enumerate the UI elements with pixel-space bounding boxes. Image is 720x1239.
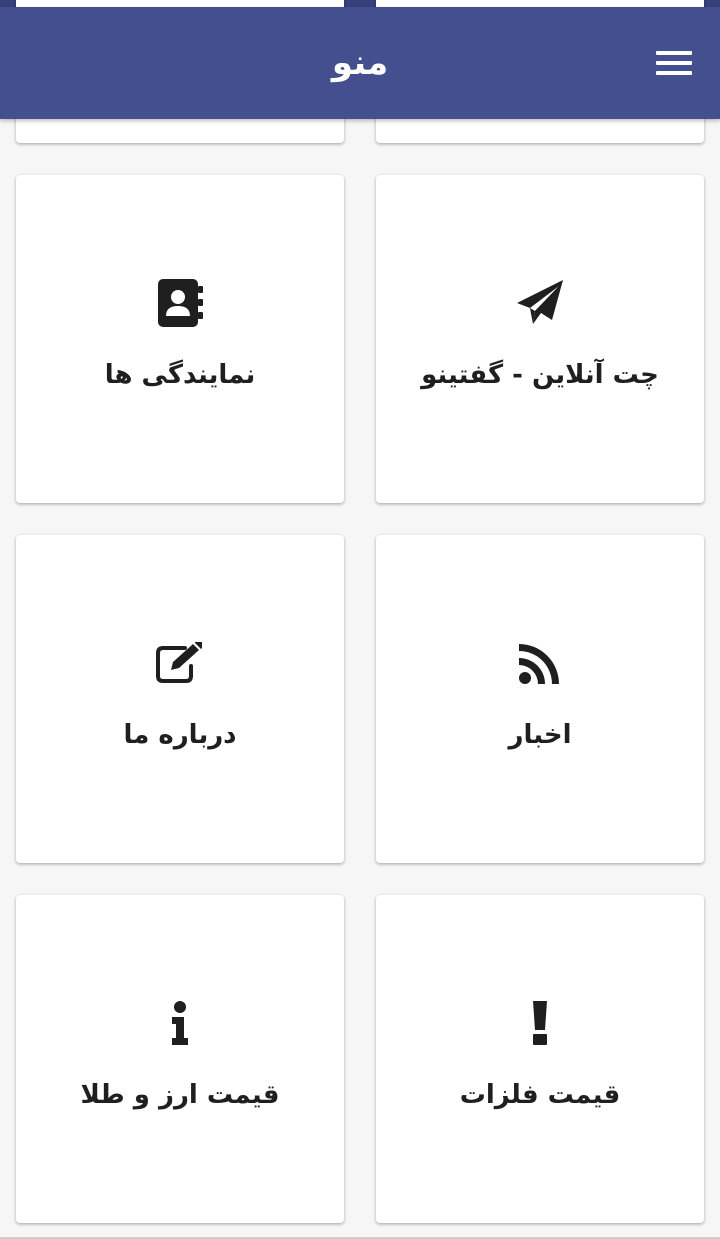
info-icon xyxy=(152,995,208,1051)
menu-card-about-us[interactable]: درباره ما xyxy=(16,535,344,863)
menu-card-label: نمایندگی ها xyxy=(104,360,256,390)
edit-icon xyxy=(152,635,208,691)
hamburger-menu-icon[interactable] xyxy=(654,47,694,79)
menu-card-agencies[interactable]: نمایندگی ها xyxy=(16,175,344,503)
paper-plane-icon xyxy=(512,275,568,331)
menu-card-label: قیمت ارز و طلا xyxy=(80,1080,280,1110)
address-book-icon xyxy=(152,275,208,331)
menu-card-news[interactable]: اخبار xyxy=(376,535,704,863)
menu-card-currency-gold-prices[interactable]: قیمت ارز و طلا xyxy=(16,895,344,1223)
menu-card-label: چت آنلاین - گفتینو xyxy=(421,360,659,390)
menu-card-label: درباره ما xyxy=(123,720,237,750)
menu-card-label: قیمت فلزات xyxy=(459,1080,621,1110)
page-title: منو xyxy=(331,43,389,83)
app-bar: منو xyxy=(0,7,720,119)
menu-card-label: اخبار xyxy=(508,720,572,750)
exclamation-icon xyxy=(512,995,568,1051)
menu-card-metal-prices[interactable]: قیمت فلزات xyxy=(376,895,704,1223)
menu-card-online-chat[interactable]: چت آنلاین - گفتینو xyxy=(376,175,704,503)
menu-grid: چت آنلاین - گفتینو نمایندگی ها اخبار درب… xyxy=(0,0,720,1239)
rss-icon xyxy=(512,635,568,691)
